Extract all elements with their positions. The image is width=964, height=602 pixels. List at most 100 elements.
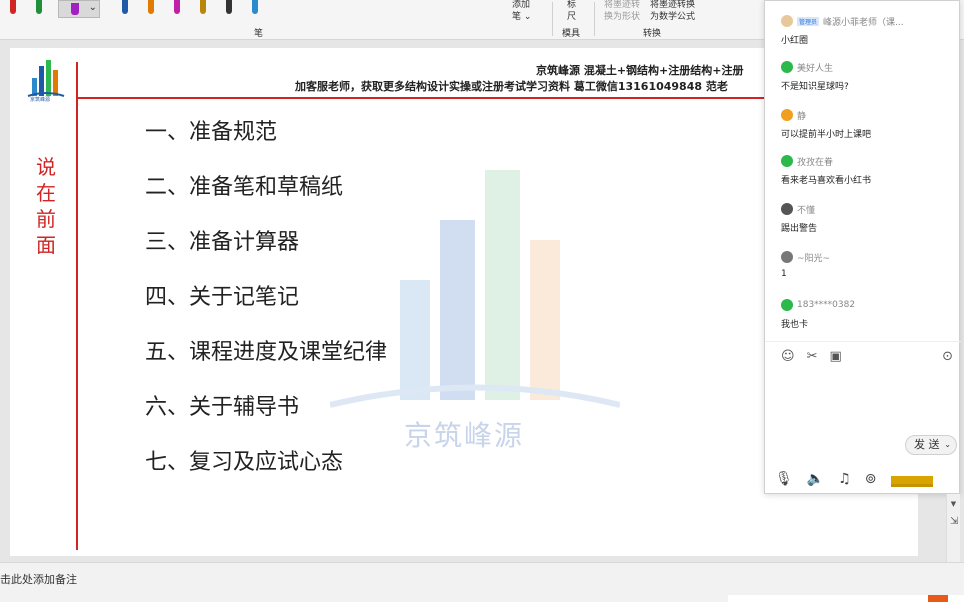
avatar[interactable] — [781, 251, 793, 263]
chat-message-list[interactable]: 管理员 峰源小菲老师（课... 小红圈美好人生 不是知识星球吗? 静可以提前半小时上课吧… — [765, 7, 961, 337]
chat-message: 不懂踢出警告 — [781, 201, 959, 234]
emoji-icon[interactable]: ☺ — [781, 349, 795, 364]
red-vertical-rule — [76, 62, 78, 550]
ruler-label-line1: 标 — [567, 0, 577, 10]
chat-message-text: 看来老马喜欢看小红书 — [781, 176, 872, 186]
pen-swatch[interactable] — [200, 0, 206, 14]
chat-media-bar: 🎙 🔈 ♫ ⊚ — [775, 471, 933, 487]
chat-message-text: 1 — [781, 269, 787, 279]
chat-message-header: 管理员 峰源小菲老师（课... — [781, 13, 959, 29]
pen-gallery — [0, 0, 258, 18]
speaker-icon[interactable]: 🔈 — [807, 471, 824, 487]
admin-badge: 管理员 — [797, 16, 820, 26]
overlay-banner-fragment — [728, 595, 964, 602]
avatar[interactable] — [781, 155, 793, 167]
pen-swatch[interactable] — [226, 0, 232, 14]
microphone-icon[interactable]: 🎙 — [775, 471, 793, 487]
slide-header-line1: 京筑峰源 混凝土+钢结构+注册结构+注册 — [536, 64, 744, 77]
agenda-item: 二、准备笔和草稿纸 — [145, 175, 344, 200]
side-title-char: 面 — [36, 233, 56, 257]
scissors-icon[interactable]: ✂ — [807, 349, 818, 364]
pen-swatch[interactable] — [36, 0, 42, 14]
chat-divider — [765, 341, 961, 342]
pen-swatch[interactable] — [10, 0, 16, 14]
chat-sender-name: 183****0382 — [797, 300, 856, 310]
live-chat-panel: 管理员 峰源小菲老师（课... 小红圈美好人生 不是知识星球吗? 静可以提前半小时上课吧… — [764, 0, 961, 494]
ruler-label-line2: 尺 — [567, 12, 577, 22]
chat-message: 孜孜在眷看来老马喜欢看小红书 — [781, 153, 959, 186]
avatar[interactable] — [781, 299, 793, 311]
chevron-down-icon: ⌄ — [88, 2, 97, 13]
settings-icon[interactable]: ⊙ — [942, 349, 953, 364]
send-label: 发 送 — [914, 438, 940, 451]
location-icon[interactable]: ⊚ — [865, 471, 877, 487]
agenda-item: 五、课程进度及课堂纪律 — [145, 340, 388, 365]
agenda-item: 七、复习及应试心态 — [145, 450, 344, 475]
chevron-down-icon[interactable]: ⌄ — [944, 436, 951, 454]
pen-swatch[interactable] — [174, 0, 180, 14]
chat-message-header: ~阳光~ — [781, 249, 959, 265]
agenda-list: 一、准备规范 二、准备笔和草稿纸 三、准备计算器 四、关于记笔记 五、课程进度及… — [145, 115, 387, 500]
pen-swatch[interactable] — [148, 0, 154, 14]
chat-sender-name: 静 — [797, 111, 807, 122]
avatar[interactable] — [781, 203, 793, 215]
chat-message-text: 可以提前半小时上课吧 — [781, 130, 872, 140]
vertical-scrollbar[interactable]: ▼ — [946, 494, 960, 562]
ink-to-math-line2: 为数学公式 — [650, 12, 696, 22]
ink-to-math-line1: 将墨迹转换 — [650, 0, 696, 10]
ink-to-shape-line2: 换为形状 — [604, 12, 641, 22]
side-title-char: 说 — [36, 155, 56, 179]
chat-message: 美好人生 不是知识星球吗? — [781, 59, 959, 92]
send-button[interactable]: 发 送 ⌄ — [905, 435, 957, 455]
watermark-text: 京筑峰源 — [404, 419, 525, 452]
chat-message: 静可以提前半小时上课吧 — [781, 107, 959, 140]
avatar[interactable] — [781, 15, 793, 27]
stencil-group-label: 模具 — [562, 29, 581, 39]
agenda-item: 四、关于记笔记 — [145, 285, 300, 310]
image-icon[interactable]: ▣ — [829, 349, 841, 364]
add-pen-label-line2: 笔 ⌄ — [512, 12, 532, 22]
avatar[interactable] — [781, 109, 793, 121]
ink-to-shape-button[interactable]: 将墨迹转 换为形状 — [604, 0, 640, 22]
chat-message: ~阳光~ 1 — [781, 249, 959, 279]
scroll-down-arrow-icon[interactable]: ▼ — [947, 500, 960, 508]
pen-group-label: 笔 — [254, 29, 264, 39]
logo-text: 京筑峰源 — [30, 97, 51, 103]
chat-message-header: 孜孜在眷 — [781, 153, 959, 169]
chat-message-header: 不懂 — [781, 201, 959, 217]
ink-to-shape-line1: 将墨迹转 — [604, 0, 641, 10]
side-title-char: 在 — [36, 181, 56, 205]
convert-group-label: 转换 — [643, 29, 662, 39]
chat-message: 183****0382 我也卡 — [781, 297, 959, 330]
chat-message: 管理员 峰源小菲老师（课... 小红圈 — [781, 13, 959, 46]
ink-to-math-button[interactable]: 将墨迹转换 为数学公式 — [650, 0, 695, 22]
chat-message-header: 美好人生 — [781, 59, 959, 75]
red-horizontal-rule — [76, 97, 766, 99]
chat-sender-name: ~阳光~ — [797, 253, 831, 264]
presentation-window: ⌄ 笔 添加 笔 ⌄ 标 尺 模具 将墨迹转 换为形状 将墨迹转换 为数学公式 … — [0, 0, 964, 602]
add-pen-label-line1: 添加 — [512, 0, 531, 10]
avatar[interactable] — [781, 61, 793, 73]
chat-sender-name: 美好人生 — [797, 63, 834, 74]
chat-sender-name: 峰源小菲老师（课... — [823, 17, 904, 28]
pen-swatch[interactable] — [122, 0, 128, 14]
chat-sender-name: 不懂 — [797, 205, 816, 216]
chat-message-text: 我也卡 — [781, 320, 809, 330]
chat-sender-name: 孜孜在眷 — [797, 157, 834, 168]
ribbon-separator — [552, 2, 553, 36]
notes-placeholder: 击此处添加备注 — [0, 573, 77, 586]
expand-icon[interactable]: ⇲ — [950, 516, 958, 527]
music-icon[interactable]: ♫ — [838, 471, 851, 487]
pen-swatch[interactable] — [252, 0, 258, 14]
pen-selector-dropdown[interactable]: ⌄ — [58, 0, 100, 18]
side-title: 说 在 前 面 — [34, 154, 58, 258]
notes-pane[interactable]: 击此处添加备注 — [0, 562, 964, 602]
agenda-item: 六、关于辅导书 — [145, 395, 300, 420]
chat-message-text: 踢出警告 — [781, 224, 818, 234]
chat-message-header: 静 — [781, 107, 959, 123]
chat-message-text: 小红圈 — [781, 36, 809, 46]
add-pen-button[interactable]: 添加 笔 ⌄ — [512, 0, 531, 22]
selected-pen-icon — [71, 3, 79, 15]
side-title-char: 前 — [36, 207, 56, 231]
ruler-button[interactable]: 标 尺 — [567, 0, 576, 22]
